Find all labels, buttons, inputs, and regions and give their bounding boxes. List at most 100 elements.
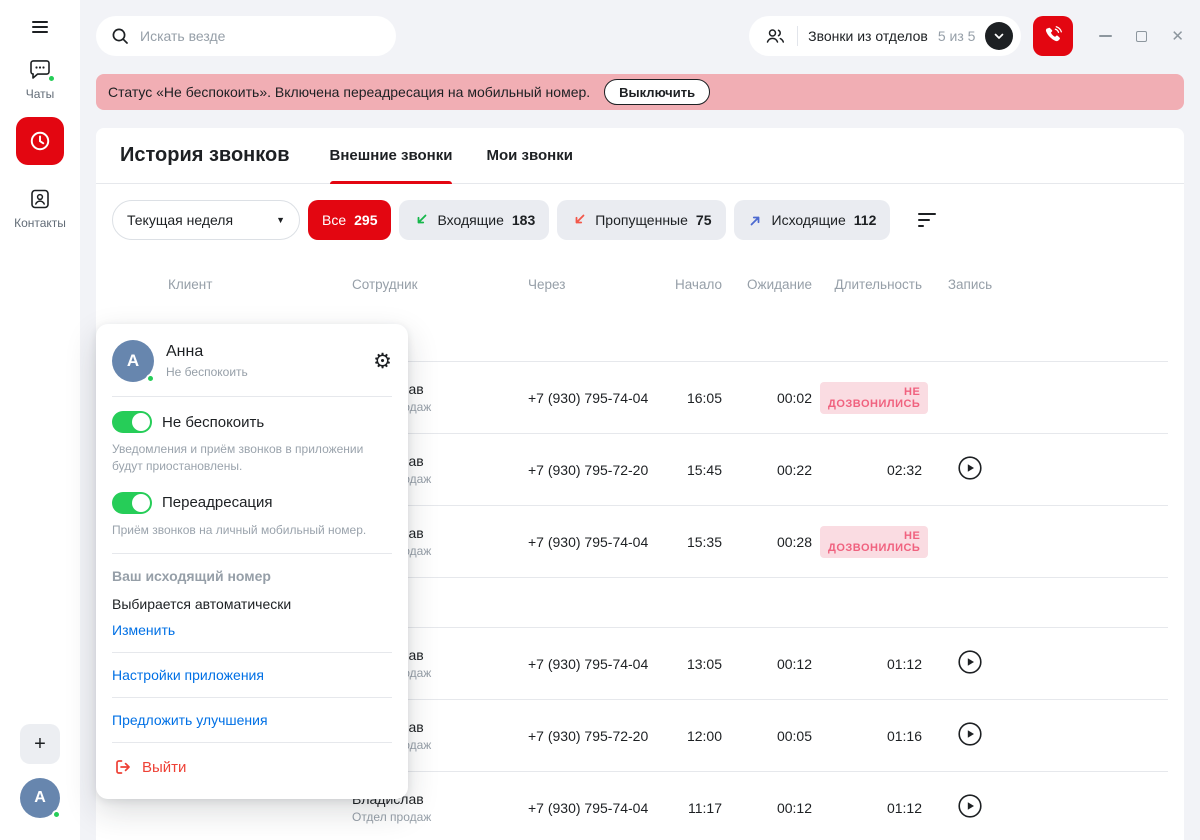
department-filter-select[interactable]: Звонки из отделов 5 из 5 <box>749 16 1021 56</box>
profile-status: Не беспокоить <box>166 365 248 379</box>
play-record-button[interactable] <box>957 793 983 819</box>
incoming-call-icon <box>413 212 429 228</box>
chip-outgoing-label: Исходящие <box>772 212 846 228</box>
logout-button[interactable]: Выйти <box>112 757 392 777</box>
divider <box>112 697 392 698</box>
user-avatar[interactable]: А <box>20 778 60 818</box>
cell-via-number: +7 (930) 795-72-20 <box>528 728 664 744</box>
card-header: История звонков Внешние звонки Мои звонк… <box>96 128 1184 184</box>
department-filter-label: Звонки из отделов <box>808 28 928 44</box>
left-sidebar: Чаты Контакты + А <box>0 0 80 840</box>
cell-start-time: 13:05 <box>664 656 730 672</box>
divider <box>112 742 392 743</box>
phone-icon <box>1042 25 1064 47</box>
people-icon <box>763 25 787 47</box>
divider <box>797 26 798 46</box>
avatar-letter: А <box>34 789 46 807</box>
chip-all-label: Все <box>322 212 346 228</box>
tab-my-calls[interactable]: Мои звонки <box>486 128 572 184</box>
forwarding-toggle[interactable] <box>112 492 152 514</box>
cell-start-time: 12:00 <box>664 728 730 744</box>
user-online-dot <box>52 810 61 819</box>
col-header-start: Начало <box>664 277 730 292</box>
sidebar-item-contacts[interactable]: Контакты <box>14 187 66 230</box>
logout-label: Выйти <box>142 759 186 776</box>
window-controls: ✕ <box>1099 29 1184 44</box>
cell-via-number: +7 (930) 795-72-20 <box>528 462 664 478</box>
hamburger-menu-icon[interactable] <box>32 18 48 36</box>
divider <box>112 396 392 397</box>
plus-icon: + <box>34 734 46 754</box>
global-search[interactable] <box>96 16 396 56</box>
new-call-button[interactable] <box>1033 16 1073 56</box>
filter-chip-all[interactable]: Все 295 <box>308 200 391 240</box>
chip-outgoing-count: 112 <box>854 212 877 228</box>
filter-chip-incoming[interactable]: Входящие 183 <box>399 200 549 240</box>
outgoing-number-value: Выбирается автоматически <box>112 596 392 612</box>
outgoing-call-icon <box>748 212 764 228</box>
cell-duration: 02:32 <box>820 462 930 478</box>
window-maximize-button[interactable] <box>1136 31 1147 42</box>
cell-wait-time: 00:22 <box>730 462 820 478</box>
window-minimize-button[interactable] <box>1099 35 1112 37</box>
col-header-duration: Длительность <box>820 277 930 292</box>
outgoing-number-title: Ваш исходящий номер <box>112 568 392 584</box>
profile-online-dot <box>146 374 155 383</box>
add-button[interactable]: + <box>20 724 60 764</box>
chip-incoming-count: 183 <box>512 212 535 228</box>
play-record-button[interactable] <box>957 649 983 675</box>
chevron-down-icon[interactable] <box>985 22 1013 50</box>
cell-duration: 01:12 <box>820 656 930 672</box>
divider <box>112 652 392 653</box>
filter-chip-missed[interactable]: Пропущенные 75 <box>557 200 725 240</box>
cell-start-time: 11:17 <box>664 800 730 816</box>
chevron-down-icon: ▼ <box>276 215 285 225</box>
chip-missed-label: Пропущенные <box>595 212 688 228</box>
turn-off-dnd-button[interactable]: Выключить <box>604 79 710 105</box>
gear-icon[interactable]: ⚙ <box>373 351 392 372</box>
profile-name: Анна <box>166 343 248 361</box>
search-icon <box>110 26 130 46</box>
suggest-improvements-link[interactable]: Предложить улучшения <box>112 712 268 728</box>
cell-wait-time: 00:12 <box>730 800 820 816</box>
period-select[interactable]: Текущая неделя ▼ <box>112 200 300 240</box>
forwarding-toggle-label: Переадресация <box>162 494 273 511</box>
app-settings-link[interactable]: Настройки приложения <box>112 667 264 683</box>
col-header-client: Клиент <box>120 277 352 292</box>
table-header-row: Клиент Сотрудник Через Начало Ожидание Д… <box>112 256 1168 312</box>
missed-call-icon <box>571 212 587 228</box>
divider <box>112 553 392 554</box>
filter-chip-outgoing[interactable]: Исходящие 112 <box>734 200 891 240</box>
profile-avatar: А <box>112 340 154 382</box>
cell-start-time: 15:35 <box>664 534 730 550</box>
sidebar-item-chats[interactable]: Чаты <box>26 58 55 101</box>
sidebar-contacts-label: Контакты <box>14 216 66 230</box>
dnd-toggle[interactable] <box>112 411 152 433</box>
window-close-button[interactable]: ✕ <box>1171 29 1184 44</box>
department-filter-count: 5 из 5 <box>938 28 976 44</box>
cell-via-number: +7 (930) 795-74-04 <box>528 534 664 550</box>
sidebar-item-call-history-active[interactable] <box>16 117 64 165</box>
col-header-employee: Сотрудник <box>352 277 528 292</box>
change-number-link[interactable]: Изменить <box>112 622 175 638</box>
search-input[interactable] <box>140 28 382 44</box>
play-record-button[interactable] <box>957 455 983 481</box>
forwarding-toggle-description: Приём звонков на личный мобильный номер. <box>112 522 392 539</box>
play-record-button[interactable] <box>957 721 983 747</box>
filters-row: Текущая неделя ▼ Все 295 Входящие 183 <box>96 184 1184 256</box>
cell-wait-time: 00:28 <box>730 534 820 550</box>
period-select-value: Текущая неделя <box>127 212 233 228</box>
sort-filter-icon[interactable] <box>914 205 940 235</box>
chip-incoming-label: Входящие <box>437 212 503 228</box>
logout-icon <box>112 757 132 777</box>
tab-external-calls[interactable]: Внешние звонки <box>330 128 453 184</box>
status-badge-missed: Не дозвонились <box>820 526 928 558</box>
page-title: История звонков <box>120 144 290 167</box>
cell-wait-time: 00:05 <box>730 728 820 744</box>
cell-duration: 01:16 <box>820 728 930 744</box>
col-header-wait: Ожидание <box>730 277 820 292</box>
cell-via-number: +7 (930) 795-74-04 <box>528 800 664 816</box>
cell-wait-time: 00:02 <box>730 390 820 406</box>
clock-history-icon <box>27 128 53 154</box>
cell-start-time: 16:05 <box>664 390 730 406</box>
